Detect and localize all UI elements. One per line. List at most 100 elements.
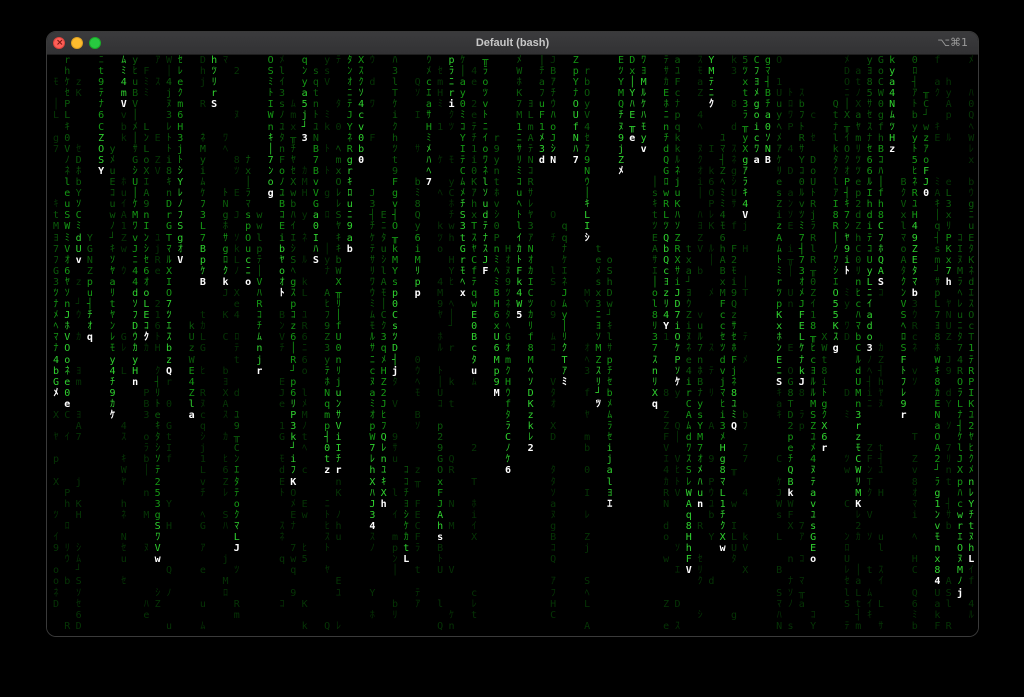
rain-glyph: [211, 477, 217, 488]
rain-glyph: [189, 543, 195, 554]
rain-glyph: w: [301, 509, 308, 521]
rain-glyph: [460, 588, 466, 599]
rain-glyph: ﾔ: [844, 232, 850, 244]
rain-glyph: [652, 99, 658, 110]
rain-glyph: [641, 255, 647, 266]
rain-glyph: [189, 110, 195, 121]
rain-glyph: ╥: [482, 55, 489, 66]
rain-glyph: g: [877, 110, 884, 122]
rain-glyph: b: [414, 177, 421, 189]
terminal-content[interactable]: ﾓ │ L g7 ｷtMﾖ7ﾌG3ﾂﾅﾒﾍﾏﾅ4bGﾒ X ﾔ p X ﾂ ｲ9 …: [47, 55, 978, 636]
rain-glyph: ﾍ: [415, 376, 421, 388]
rain-glyph: ﾚ: [968, 143, 974, 155]
rain-glyph: H: [493, 299, 500, 311]
rain-glyph: [313, 621, 319, 632]
rain-glyph: [211, 576, 217, 587]
rain-glyph: [505, 576, 511, 587]
rain-glyph: K: [75, 498, 82, 510]
rain-glyph: N: [945, 310, 952, 322]
rain-glyph: [437, 166, 443, 177]
rain-glyph: ﾗ: [143, 443, 149, 455]
rain-glyph: 3: [855, 410, 862, 421]
rain-glyph: x: [595, 287, 602, 299]
rain-glyph: [494, 88, 500, 99]
rain-glyph: [528, 477, 534, 488]
rain-glyph: [528, 565, 534, 576]
rain-glyph: ﾑ: [867, 587, 873, 599]
rain-glyph: x: [245, 165, 252, 177]
rain-glyph: ｷ: [53, 199, 59, 211]
rain-glyph: ﾝ: [279, 321, 285, 333]
rain-glyph: ｲ: [878, 576, 884, 588]
rain-glyph: [516, 554, 522, 565]
rain-glyph: [946, 288, 952, 299]
rain-glyph: [821, 576, 827, 587]
rain-glyph: 9: [109, 387, 116, 399]
rain-glyph: ｴ: [562, 265, 567, 277]
rain-glyph: o: [900, 243, 907, 255]
rain-glyph: F: [414, 532, 421, 544]
rain-glyph: [957, 99, 963, 110]
rain-glyph: j: [199, 77, 206, 89]
rain-glyph: [573, 599, 579, 610]
rain-glyph: ﾃ: [415, 587, 421, 599]
rain-glyph: B: [199, 243, 206, 255]
rain-glyph: V: [64, 143, 71, 155]
rain-glyph: ﾄ: [279, 287, 285, 299]
rain-glyph: [403, 133, 409, 144]
rain-glyph: ﾖ: [223, 376, 228, 388]
rain-glyph: 4: [697, 110, 704, 122]
rain-glyph: ﾐ: [720, 188, 726, 200]
rain-glyph: [460, 499, 466, 510]
rain-glyph: [595, 554, 601, 565]
rain-glyph: [211, 465, 217, 476]
rain-glyph: [494, 454, 500, 465]
rain-glyph: ｽ: [968, 299, 974, 311]
rain-glyph: v: [493, 199, 500, 211]
rain-glyph: [211, 488, 217, 499]
rain-glyph: [674, 443, 680, 454]
rain-glyph: Y: [617, 77, 625, 89]
rain-glyph: m: [584, 432, 591, 444]
rain-glyph: [629, 166, 635, 177]
rain-glyph: C: [448, 188, 455, 200]
rain-glyph: L: [403, 554, 410, 566]
rain-glyph: [708, 266, 714, 277]
rain-glyph: b: [143, 454, 150, 466]
title-bar[interactable]: × Default (bash) ⌥⌘1: [47, 32, 978, 55]
rain-glyph: [742, 388, 748, 399]
rain-glyph: [53, 499, 59, 510]
rain-glyph: ﾇ: [810, 465, 816, 477]
rain-glyph: ﾁ: [279, 343, 285, 355]
rain-glyph: ﾀ: [336, 99, 341, 111]
rain-glyph: n: [256, 343, 263, 355]
rain-glyph: ﾄ: [810, 188, 816, 200]
rain-glyph: ﾕ: [313, 121, 319, 133]
rain-glyph: [607, 188, 613, 199]
rain-glyph: [652, 144, 658, 155]
rain-glyph: [708, 321, 714, 332]
rain-glyph: [641, 499, 647, 510]
rain-glyph: Z: [945, 332, 952, 344]
rain-glyph: [505, 521, 511, 532]
rain-glyph: [121, 521, 127, 532]
rain-glyph: ╥: [335, 287, 342, 299]
rain-glyph: ﾒ: [132, 121, 138, 133]
rain-glyph: [663, 377, 669, 388]
rain-glyph: 4: [663, 465, 670, 477]
rain-glyph: [392, 388, 398, 399]
rain-glyph: [528, 532, 534, 543]
rain-glyph: ｺ: [403, 476, 409, 488]
rain-glyph: [460, 388, 466, 399]
rain-glyph: ﾓ: [381, 287, 387, 299]
rain-glyph: D: [52, 598, 60, 610]
rain-glyph: ﾁ: [110, 376, 115, 388]
rain-glyph: r: [584, 66, 591, 78]
rain-glyph: P: [290, 410, 297, 421]
rain-glyph: ﾙ: [810, 376, 816, 388]
rain-glyph: [403, 399, 409, 410]
rain-column: Y G N Zp u ┤ ﾁｵ q: [85, 55, 95, 632]
rain-glyph: W: [877, 88, 884, 100]
rain-glyph: v: [798, 199, 805, 211]
rain-glyph: [166, 510, 172, 521]
